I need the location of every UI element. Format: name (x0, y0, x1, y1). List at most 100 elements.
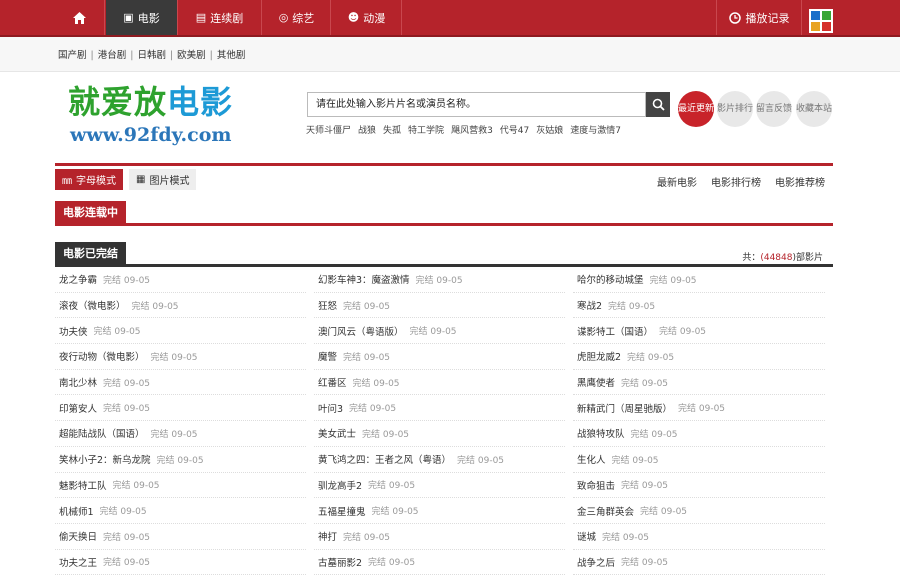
hotword-link[interactable]: 灰姑娘 (536, 126, 563, 136)
list-item[interactable]: 致命狙击 完结 09-05 (573, 473, 825, 499)
list-item[interactable]: 笑林小子2：新乌龙院 完结 09-05 (55, 447, 306, 473)
movie-title[interactable]: 澳门风云（粤语版） (318, 324, 404, 338)
subnav-item[interactable]: 欧美剧 (177, 50, 206, 61)
search-input[interactable]: 请在此处输入影片片名或演员名称。 (307, 92, 646, 117)
movie-recommend-link[interactable]: 电影推荐榜 (775, 178, 825, 189)
movie-title[interactable]: 红番区 (318, 375, 347, 389)
hotword-link[interactable]: 代号47 (500, 126, 529, 136)
movie-title[interactable]: 驯龙高手2 (318, 478, 362, 492)
list-item[interactable]: 战争之后 完结 09-05 (573, 550, 825, 576)
feedback-button[interactable]: 留言反馈 (756, 91, 792, 127)
movie-title[interactable]: 印第安人 (59, 401, 97, 415)
nav-anime[interactable]: ☻ 动漫 (332, 0, 402, 35)
list-item[interactable]: 澳门风云（粤语版） 完结 09-05 (314, 318, 565, 345)
movie-title[interactable]: 战争之后 (577, 555, 615, 569)
movie-title[interactable]: 狂怒 (318, 298, 337, 312)
subnav-item[interactable]: 国产剧 (58, 50, 87, 61)
list-item[interactable]: 狂怒 完结 09-05 (314, 293, 565, 319)
list-item[interactable]: 功夫侠 完结 09-05 (55, 318, 306, 345)
nav-home[interactable] (55, 0, 105, 35)
list-item[interactable]: 魅影特工队 完结 09-05 (55, 473, 306, 499)
movie-title[interactable]: 滚夜（微电影） (59, 298, 126, 312)
list-item[interactable]: 神打 完结 09-05 (314, 524, 565, 550)
movie-ranking-button[interactable]: 影片排行 (717, 91, 753, 127)
list-item[interactable]: 黑鹰使者 完结 09-05 (573, 370, 825, 396)
latest-update-button[interactable]: 最近更新 (678, 91, 714, 127)
list-item[interactable]: 新精武门（周星驰版） 完结 09-05 (573, 395, 825, 422)
hotword-link[interactable]: 失孤 (383, 126, 401, 136)
list-item[interactable]: 谍影特工（国语） 完结 09-05 (573, 318, 825, 345)
list-item[interactable]: 黄飞鸿之四：王者之风（粤语） 完结 09-05 (314, 447, 565, 473)
movie-title[interactable]: 谜城 (577, 529, 596, 543)
movie-title[interactable]: 黑鹰使者 (577, 375, 615, 389)
tab-letter-mode[interactable]: ㎜ 字母模式 (55, 169, 123, 190)
list-item[interactable]: 偷天换日 完结 09-05 (55, 524, 306, 550)
movie-title[interactable]: 功夫侠 (59, 324, 88, 338)
search-button[interactable] (646, 92, 670, 117)
list-item[interactable]: 印第安人 完结 09-05 (55, 395, 306, 422)
movie-title[interactable]: 功夫之王 (59, 555, 97, 569)
list-item[interactable]: 机械师1 完结 09-05 (55, 498, 306, 524)
subnav-item[interactable]: 其他剧 (217, 50, 246, 61)
list-item[interactable]: 叶问3 完结 09-05 (314, 395, 565, 422)
list-item[interactable]: 功夫之王 完结 09-05 (55, 550, 306, 576)
hotword-link[interactable]: 特工学院 (408, 126, 444, 136)
list-item[interactable]: 五福星撞鬼 完结 09-05 (314, 498, 565, 524)
list-item[interactable]: 虎胆龙威2 完结 09-05 (573, 344, 825, 370)
movie-title[interactable]: 黄飞鸿之四：王者之风（粤语） (318, 452, 451, 466)
color-grid-icon[interactable] (809, 9, 833, 33)
movie-title[interactable]: 机械师1 (59, 504, 94, 518)
movie-title[interactable]: 虎胆龙威2 (577, 349, 621, 363)
movie-title[interactable]: 神打 (318, 529, 337, 543)
list-item[interactable]: 战狼特攻队 完结 09-05 (573, 421, 825, 447)
movie-title[interactable]: 谍影特工（国语） (577, 324, 653, 338)
list-item[interactable]: 古墓丽影2 完结 09-05 (314, 550, 565, 576)
movie-title[interactable]: 笑林小子2：新乌龙院 (59, 452, 151, 466)
movie-title[interactable]: 超能陆战队（国语） (59, 426, 145, 440)
nav-variety[interactable]: ◎ 综艺 (263, 0, 331, 35)
movie-title[interactable]: 致命狙击 (577, 478, 615, 492)
movie-title[interactable]: 哈尔的移动城堡 (577, 272, 644, 286)
nav-series[interactable]: ▤ 连续剧 (178, 0, 262, 35)
movie-title[interactable]: 寒战2 (577, 298, 602, 312)
play-history[interactable]: 播放记录 (716, 0, 802, 35)
tab-image-mode[interactable]: ▦ 图片模式 (129, 169, 197, 190)
list-item[interactable]: 谜城 完结 09-05 (573, 524, 825, 550)
nav-movie[interactable]: ▣ 电影 (106, 0, 178, 35)
list-item[interactable]: 寒战2 完结 09-05 (573, 293, 825, 319)
movie-title[interactable]: 龙之争霸 (59, 272, 97, 286)
subnav-item[interactable]: 日韩剧 (137, 50, 166, 61)
movie-title[interactable]: 偷天换日 (59, 529, 97, 543)
list-item[interactable]: 超能陆战队（国语） 完结 09-05 (55, 421, 306, 447)
hotword-link[interactable]: 速度与激情7 (570, 126, 621, 136)
list-item[interactable]: 夜行动物（微电影） 完结 09-05 (55, 344, 306, 370)
movie-title[interactable]: 叶问3 (318, 401, 343, 415)
list-item[interactable]: 幻影车神3：魔盗激情 完结 09-05 (314, 267, 565, 293)
list-item[interactable]: 驯龙高手2 完结 09-05 (314, 473, 565, 499)
movie-title[interactable]: 生化人 (577, 452, 606, 466)
movie-title[interactable]: 新精武门（周星驰版） (577, 401, 672, 415)
movie-title[interactable]: 夜行动物（微电影） (59, 349, 145, 363)
list-item[interactable]: 哈尔的移动城堡 完结 09-05 (573, 267, 825, 293)
list-item[interactable]: 南北少林 完结 09-05 (55, 370, 306, 396)
list-item[interactable]: 滚夜（微电影） 完结 09-05 (55, 293, 306, 319)
movie-title[interactable]: 幻影车神3：魔盗激情 (318, 272, 410, 286)
site-logo[interactable]: 就爱放电影 (68, 84, 233, 120)
movie-title[interactable]: 南北少林 (59, 375, 97, 389)
bookmark-button[interactable]: 收藏本站 (796, 91, 832, 127)
movie-ranking-link[interactable]: 电影排行榜 (711, 178, 761, 189)
subnav-item[interactable]: 港台剧 (98, 50, 127, 61)
hotword-link[interactable]: 飓风营救3 (451, 126, 493, 136)
hotword-link[interactable]: 战狼 (358, 126, 376, 136)
movie-title[interactable]: 魔警 (318, 349, 337, 363)
list-item[interactable]: 红番区 完结 09-05 (314, 370, 565, 396)
latest-movies-link[interactable]: 最新电影 (657, 178, 697, 189)
movie-title[interactable]: 五福星撞鬼 (318, 504, 366, 518)
list-item[interactable]: 生化人 完结 09-05 (573, 447, 825, 473)
list-item[interactable]: 龙之争霸 完结 09-05 (55, 267, 306, 293)
movie-title[interactable]: 魅影特工队 (59, 478, 107, 492)
movie-title[interactable]: 美女武士 (318, 426, 356, 440)
movie-title[interactable]: 古墓丽影2 (318, 555, 362, 569)
list-item[interactable]: 魔警 完结 09-05 (314, 344, 565, 370)
movie-title[interactable]: 金三角群英会 (577, 504, 634, 518)
